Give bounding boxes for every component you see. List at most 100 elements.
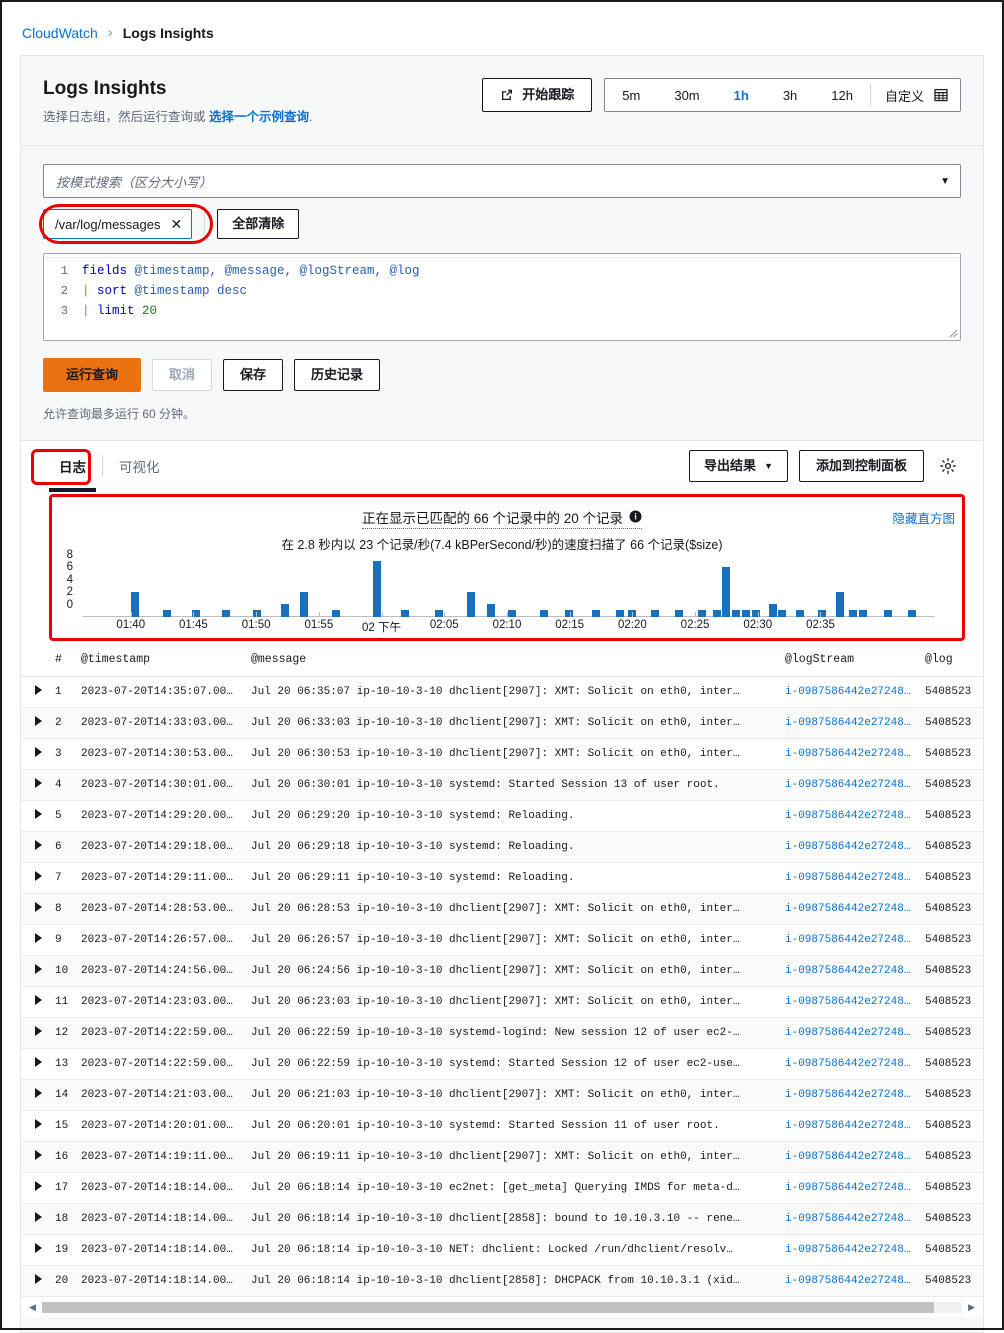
range-1h[interactable]: 1h — [717, 79, 766, 111]
gear-icon[interactable] — [935, 453, 961, 479]
log-group-token[interactable]: /var/log/messages ✕ — [43, 209, 193, 239]
table-row[interactable]: 16 2023-07-20T14:19:11.00… Jul 20 06:19:11… — [21, 1141, 983, 1173]
expand-triangle-icon[interactable] — [35, 963, 42, 974]
histogram-bar[interactable] — [222, 610, 231, 617]
histogram-bar[interactable] — [768, 604, 777, 617]
row-expand-cell[interactable] — [21, 738, 55, 770]
row-expand-cell[interactable] — [21, 1234, 55, 1266]
logstream-link[interactable]: i-0987586442e27248… — [785, 1058, 910, 1070]
breadcrumb-cloudwatch[interactable]: CloudWatch — [22, 25, 98, 41]
tab-logs[interactable]: 日志 — [43, 441, 102, 492]
table-row[interactable]: 18 2023-07-20T14:18:14.00… Jul 20 06:18:14… — [21, 1203, 983, 1235]
expand-triangle-icon[interactable] — [35, 777, 42, 788]
histogram-bar[interactable] — [712, 610, 721, 617]
row-expand-cell[interactable] — [21, 924, 55, 956]
histogram-bar[interactable] — [539, 610, 548, 617]
row-expand-cell[interactable] — [21, 955, 55, 987]
scroll-right-icon[interactable]: ▶ — [968, 1302, 975, 1313]
expand-triangle-icon[interactable] — [35, 715, 42, 726]
row-logstream[interactable]: i-0987586442e27248… — [785, 1079, 925, 1111]
histogram-bar[interactable] — [722, 566, 731, 617]
row-logstream[interactable]: i-0987586442e27248… — [785, 1265, 925, 1297]
expand-triangle-icon[interactable] — [35, 901, 42, 912]
row-expand-cell[interactable] — [21, 831, 55, 863]
row-logstream[interactable]: i-0987586442e27248… — [785, 1048, 925, 1080]
clear-all-button[interactable]: 全部清除 — [217, 209, 300, 239]
tab-visualization[interactable]: 可视化 — [103, 441, 176, 492]
histogram-bar[interactable] — [651, 610, 660, 617]
logstream-link[interactable]: i-0987586442e27248… — [785, 686, 910, 698]
logstream-link[interactable]: i-0987586442e27248… — [785, 965, 910, 977]
row-expand-cell[interactable] — [21, 1265, 55, 1297]
expand-triangle-icon[interactable] — [35, 1087, 42, 1098]
horizontal-scrollbar[interactable]: ◀ ▶ — [21, 1296, 983, 1317]
histogram-bar[interactable] — [752, 610, 761, 617]
log-group-search-input[interactable]: 按模式搜索（区分大小写） ▼ — [43, 164, 961, 198]
row-logstream[interactable]: i-0987586442e27248… — [785, 738, 925, 770]
histogram-bar[interactable] — [795, 610, 804, 617]
chevron-down-icon[interactable]: ▼ — [940, 176, 950, 187]
row-expand-cell[interactable] — [21, 1079, 55, 1111]
table-row[interactable]: 2 2023-07-20T14:33:03.00… Jul 20 06:33:03 … — [21, 707, 983, 739]
range-custom[interactable]: 自定义 — [871, 79, 960, 111]
save-button[interactable]: 保存 — [223, 359, 284, 391]
logstream-link[interactable]: i-0987586442e27248… — [785, 717, 910, 729]
expand-triangle-icon[interactable] — [35, 1149, 42, 1160]
histogram-bar[interactable] — [817, 610, 826, 617]
row-expand-cell[interactable] — [21, 769, 55, 801]
table-row[interactable]: 12 2023-07-20T14:22:59.00… Jul 20 06:22:59… — [21, 1017, 983, 1049]
logstream-link[interactable]: i-0987586442e27248… — [785, 1089, 910, 1101]
row-logstream[interactable]: i-0987586442e27248… — [785, 707, 925, 739]
column-header-message[interactable]: @message — [251, 642, 785, 677]
histogram-bar[interactable] — [883, 610, 892, 617]
histogram-bar[interactable] — [849, 610, 858, 617]
histogram-bar[interactable] — [300, 591, 309, 617]
row-logstream[interactable]: i-0987586442e27248… — [785, 1172, 925, 1204]
row-logstream[interactable]: i-0987586442e27248… — [785, 676, 925, 708]
sample-query-link[interactable]: 选择一个示例查询 — [209, 110, 309, 124]
range-12h[interactable]: 12h — [814, 79, 870, 111]
logstream-link[interactable]: i-0987586442e27248… — [785, 748, 910, 760]
histogram-bar[interactable] — [487, 604, 496, 617]
histogram-bar[interactable] — [280, 604, 289, 617]
history-button[interactable]: 历史记录 — [294, 359, 381, 391]
range-30m[interactable]: 30m — [657, 79, 716, 111]
expand-triangle-icon[interactable] — [35, 932, 42, 943]
histogram-bar[interactable] — [130, 591, 139, 617]
logstream-link[interactable]: i-0987586442e27248… — [785, 872, 910, 884]
row-logstream[interactable]: i-0987586442e27248… — [785, 1234, 925, 1266]
histogram-bar[interactable] — [435, 610, 444, 617]
table-row[interactable]: 20 2023-07-20T14:18:14.00… Jul 20 06:18:14… — [21, 1265, 983, 1297]
expand-triangle-icon[interactable] — [35, 1056, 42, 1067]
row-logstream[interactable]: i-0987586442e27248… — [785, 955, 925, 987]
row-logstream[interactable]: i-0987586442e27248… — [785, 1141, 925, 1173]
expand-triangle-icon[interactable] — [35, 808, 42, 819]
logstream-link[interactable]: i-0987586442e27248… — [785, 1244, 910, 1256]
histogram-bar[interactable] — [836, 591, 845, 617]
table-row[interactable]: 14 2023-07-20T14:21:03.00… Jul 20 06:21:03… — [21, 1079, 983, 1111]
column-header-timestamp[interactable]: @timestamp — [81, 642, 251, 677]
row-logstream[interactable]: i-0987586442e27248… — [785, 800, 925, 832]
row-logstream[interactable]: i-0987586442e27248… — [785, 769, 925, 801]
row-expand-cell[interactable] — [21, 800, 55, 832]
logstream-link[interactable]: i-0987586442e27248… — [785, 1213, 910, 1225]
histogram-bar[interactable] — [592, 610, 601, 617]
table-row[interactable]: 17 2023-07-20T14:18:14.00… Jul 20 06:18:14… — [21, 1172, 983, 1204]
table-row[interactable]: 15 2023-07-20T14:20:01.00… Jul 20 06:20:01… — [21, 1110, 983, 1142]
logstream-link[interactable]: i-0987586442e27248… — [785, 996, 910, 1008]
table-row[interactable]: 10 2023-07-20T14:24:56.00… Jul 20 06:24:56… — [21, 955, 983, 987]
row-expand-cell[interactable] — [21, 1172, 55, 1204]
histogram-bar[interactable] — [508, 610, 517, 617]
table-row[interactable]: 5 2023-07-20T14:29:20.00… Jul 20 06:29:20 … — [21, 800, 983, 832]
range-3h[interactable]: 3h — [766, 79, 814, 111]
range-5m[interactable]: 5m — [605, 79, 657, 111]
column-header-logstream[interactable]: @logStream — [785, 642, 925, 677]
histogram-bar[interactable] — [675, 610, 684, 617]
histogram-bar[interactable] — [907, 610, 916, 617]
table-row[interactable]: 11 2023-07-20T14:23:03.00… Jul 20 06:23:03… — [21, 986, 983, 1018]
row-logstream[interactable]: i-0987586442e27248… — [785, 1017, 925, 1049]
query-editor[interactable]: 1 fields @timestamp, @message, @logStrea… — [43, 253, 961, 341]
scrollbar-track[interactable] — [41, 1301, 963, 1313]
row-expand-cell[interactable] — [21, 1203, 55, 1235]
row-logstream[interactable]: i-0987586442e27248… — [785, 862, 925, 894]
